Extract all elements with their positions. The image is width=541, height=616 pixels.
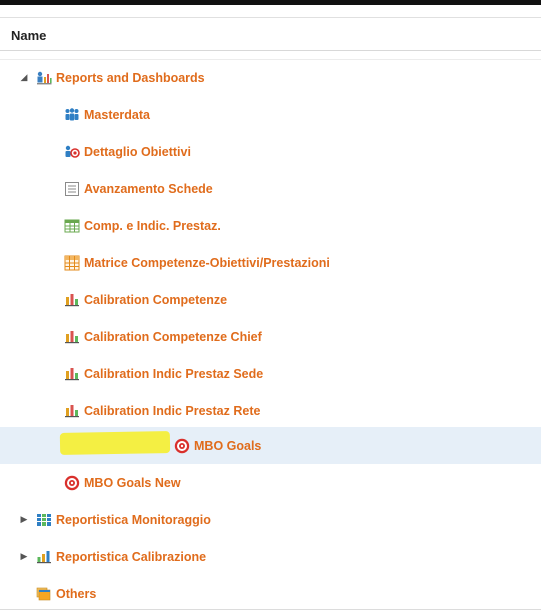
bar-chart-icon <box>65 367 79 380</box>
tree-label[interactable]: Masterdata <box>84 108 150 122</box>
person-target-icon <box>65 145 80 158</box>
tree-row-calibration-competenze-chief[interactable]: Calibration Competenze Chief <box>0 318 541 355</box>
tree-label[interactable]: Reports and Dashboards <box>56 71 205 85</box>
tree-row-mbo-goals-new[interactable]: MBO Goals New <box>0 464 541 501</box>
tree-row-calibration-competenze[interactable]: Calibration Competenze <box>0 281 541 318</box>
tree-label[interactable]: Calibration Indic Prestaz Sede <box>84 367 263 381</box>
collapsed-triangle-icon[interactable]: ▶ <box>16 549 32 565</box>
highlight-marker: MBO Goals <box>59 430 261 457</box>
tree-row-calibration-indic-prestaz-rete[interactable]: Calibration Indic Prestaz Rete <box>0 392 541 429</box>
tree-label[interactable]: Calibration Indic Prestaz Rete <box>84 404 260 418</box>
columns-chart-icon <box>37 513 51 526</box>
expanded-triangle-icon[interactable]: ◢ <box>16 70 32 86</box>
tree-label[interactable]: Reportistica Calibrazione <box>56 550 206 564</box>
bar-chart-icon <box>65 330 79 343</box>
document-list-icon <box>65 181 79 196</box>
reports-folder-icon <box>37 71 52 84</box>
table-green-icon <box>64 219 80 232</box>
tree-row-comp-indic-prestaz[interactable]: Comp. e Indic. Prestaz. <box>0 207 541 244</box>
stacked-chart-icon <box>37 550 51 563</box>
tree-row-reportistica-monitoraggio[interactable]: ▶ Reportistica Monitoraggio <box>0 501 541 538</box>
tree-label[interactable]: Matrice Competenze-Obiettivi/Prestazioni <box>84 256 330 270</box>
tree-row-dettaglio-obiettivi[interactable]: Dettaglio Obiettivi <box>0 133 541 170</box>
tree-label[interactable]: Avanzamento Schede <box>84 182 213 196</box>
tree-label[interactable]: Dettaglio Obiettivi <box>84 145 191 159</box>
tree-row-matrice[interactable]: Matrice Competenze-Obiettivi/Prestazioni <box>0 244 541 281</box>
tree-label[interactable]: MBO Goals <box>194 439 261 453</box>
column-header: Name <box>0 17 541 51</box>
tree-label[interactable]: Calibration Competenze <box>84 293 227 307</box>
tree-label[interactable]: Others <box>56 587 96 601</box>
folder-stack-icon <box>36 587 51 600</box>
matrix-grid-icon <box>64 255 80 270</box>
tree-label[interactable]: MBO Goals New <box>84 476 181 490</box>
tree-row-masterdata[interactable]: Masterdata <box>0 96 541 133</box>
tree-label[interactable]: Calibration Competenze Chief <box>84 330 262 344</box>
target-icon <box>174 438 190 453</box>
bar-chart-icon <box>65 293 79 306</box>
people-group-icon <box>65 107 79 120</box>
bar-chart-icon <box>65 404 79 417</box>
tree-row-calibration-indic-prestaz-sede[interactable]: Calibration Indic Prestaz Sede <box>0 355 541 392</box>
collapsed-triangle-icon[interactable]: ▶ <box>16 512 32 528</box>
top-border <box>0 0 541 5</box>
highlight-stroke <box>59 430 171 455</box>
tree-row-reportistica-calibrazione[interactable]: ▶ Reportistica Calibrazione <box>0 538 541 575</box>
name-column-header: Name <box>11 28 47 43</box>
tree-label[interactable]: Comp. e Indic. Prestaz. <box>84 219 221 233</box>
bottom-divider <box>0 609 541 610</box>
tree-row-others[interactable]: Others <box>0 575 541 612</box>
tree-row-mbo-goals[interactable]: MBO Goals <box>0 427 541 464</box>
tree-row-avanzamento-schede[interactable]: Avanzamento Schede <box>0 170 541 207</box>
tree-row-reports-and-dashboards[interactable]: ◢ Reports and Dashboards <box>0 59 541 96</box>
target-icon <box>64 475 80 490</box>
tree-label[interactable]: Reportistica Monitoraggio <box>56 513 211 527</box>
